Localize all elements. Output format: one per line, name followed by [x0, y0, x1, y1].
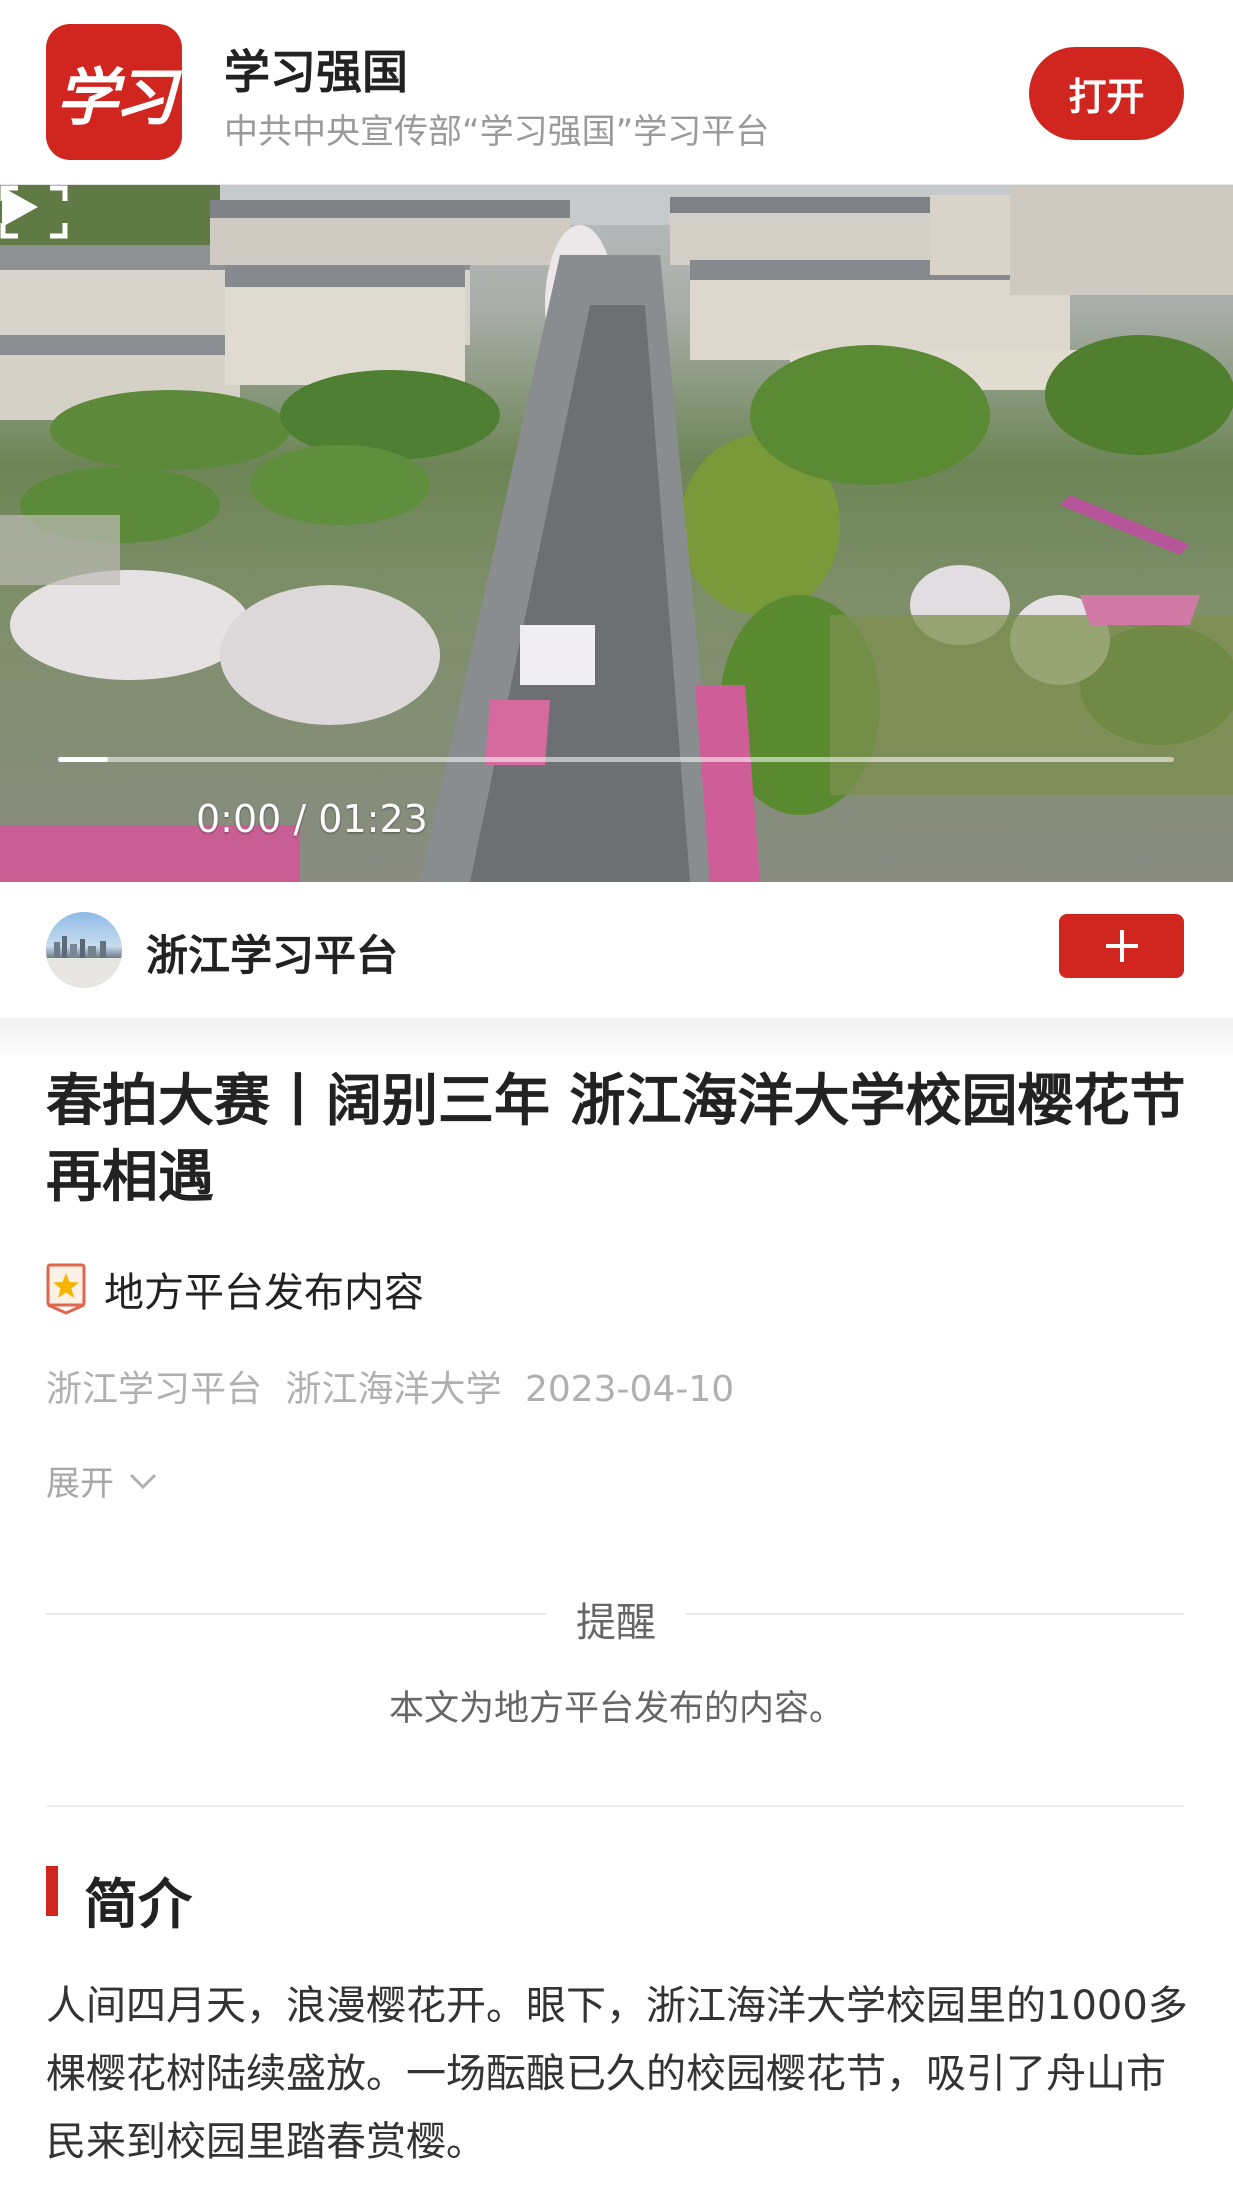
video-frame [0, 185, 1233, 882]
notice-divider-left [46, 1613, 546, 1615]
video-time: 0:00 / 01:23 [196, 797, 428, 841]
channel-name[interactable]: 浙江学习平台 [146, 922, 398, 983]
channel-divider [0, 1018, 1233, 1060]
notice-title: 提醒 [576, 1600, 656, 1646]
video-progress-track[interactable] [58, 757, 1174, 762]
source-row: 地方平台发布内容 [46, 1260, 424, 1318]
channel-avatar[interactable] [46, 912, 122, 988]
article-meta: 浙江学习平台 浙江海洋大学 2023-04-10 [46, 1360, 746, 1412]
meta-date: 2023-04-10 [524, 1369, 735, 1410]
fullscreen-icon[interactable] [0, 185, 68, 239]
notice-divider-right [686, 1613, 1184, 1615]
source-label: 地方平台发布内容 [104, 1270, 424, 1316]
app-banner: 学习 学习强国 中共中央宣传部“学习强国”学习平台 打开 [0, 0, 1233, 185]
chevron-down-icon [129, 1473, 157, 1489]
open-app-button[interactable]: 打开 [1029, 47, 1184, 140]
app-subtitle: 中共中央宣传部“学习强国”学习平台 [224, 112, 770, 152]
intro-text: 人间四月天，浪漫樱花开。眼下，浙江海洋大学校园里的1000多棵樱花树陆续盛放。一… [46, 1983, 1188, 2165]
app-name: 学习强国 [224, 45, 408, 99]
video-progress-fill [58, 757, 109, 762]
follow-button[interactable] [1059, 914, 1184, 978]
intro-heading: 简介 [84, 1873, 192, 1936]
expand-button[interactable]: 展开 [46, 1456, 158, 1505]
notice-body: 本文为地方平台发布的内容。 [388, 1689, 844, 1729]
video-player[interactable]: 0:00 / 01:23 [0, 185, 1233, 882]
local-platform-badge-icon [46, 1263, 86, 1315]
article-title: 春拍大赛丨阔别三年 浙江海洋大学校园樱花节再相遇 [46, 1069, 1186, 1210]
section-divider [46, 1805, 1184, 1807]
meta-publisher: 浙江海洋大学 [285, 1369, 502, 1410]
expand-label: 展开 [46, 1464, 114, 1504]
channel-bar: 浙江学习平台 [0, 882, 1233, 1018]
meta-platform: 浙江学习平台 [46, 1369, 263, 1410]
section-marker [46, 1866, 58, 1916]
plus-icon [1105, 930, 1138, 962]
app-logo-text: 学习 [55, 61, 176, 134]
app-logo[interactable]: 学习 [46, 24, 182, 160]
